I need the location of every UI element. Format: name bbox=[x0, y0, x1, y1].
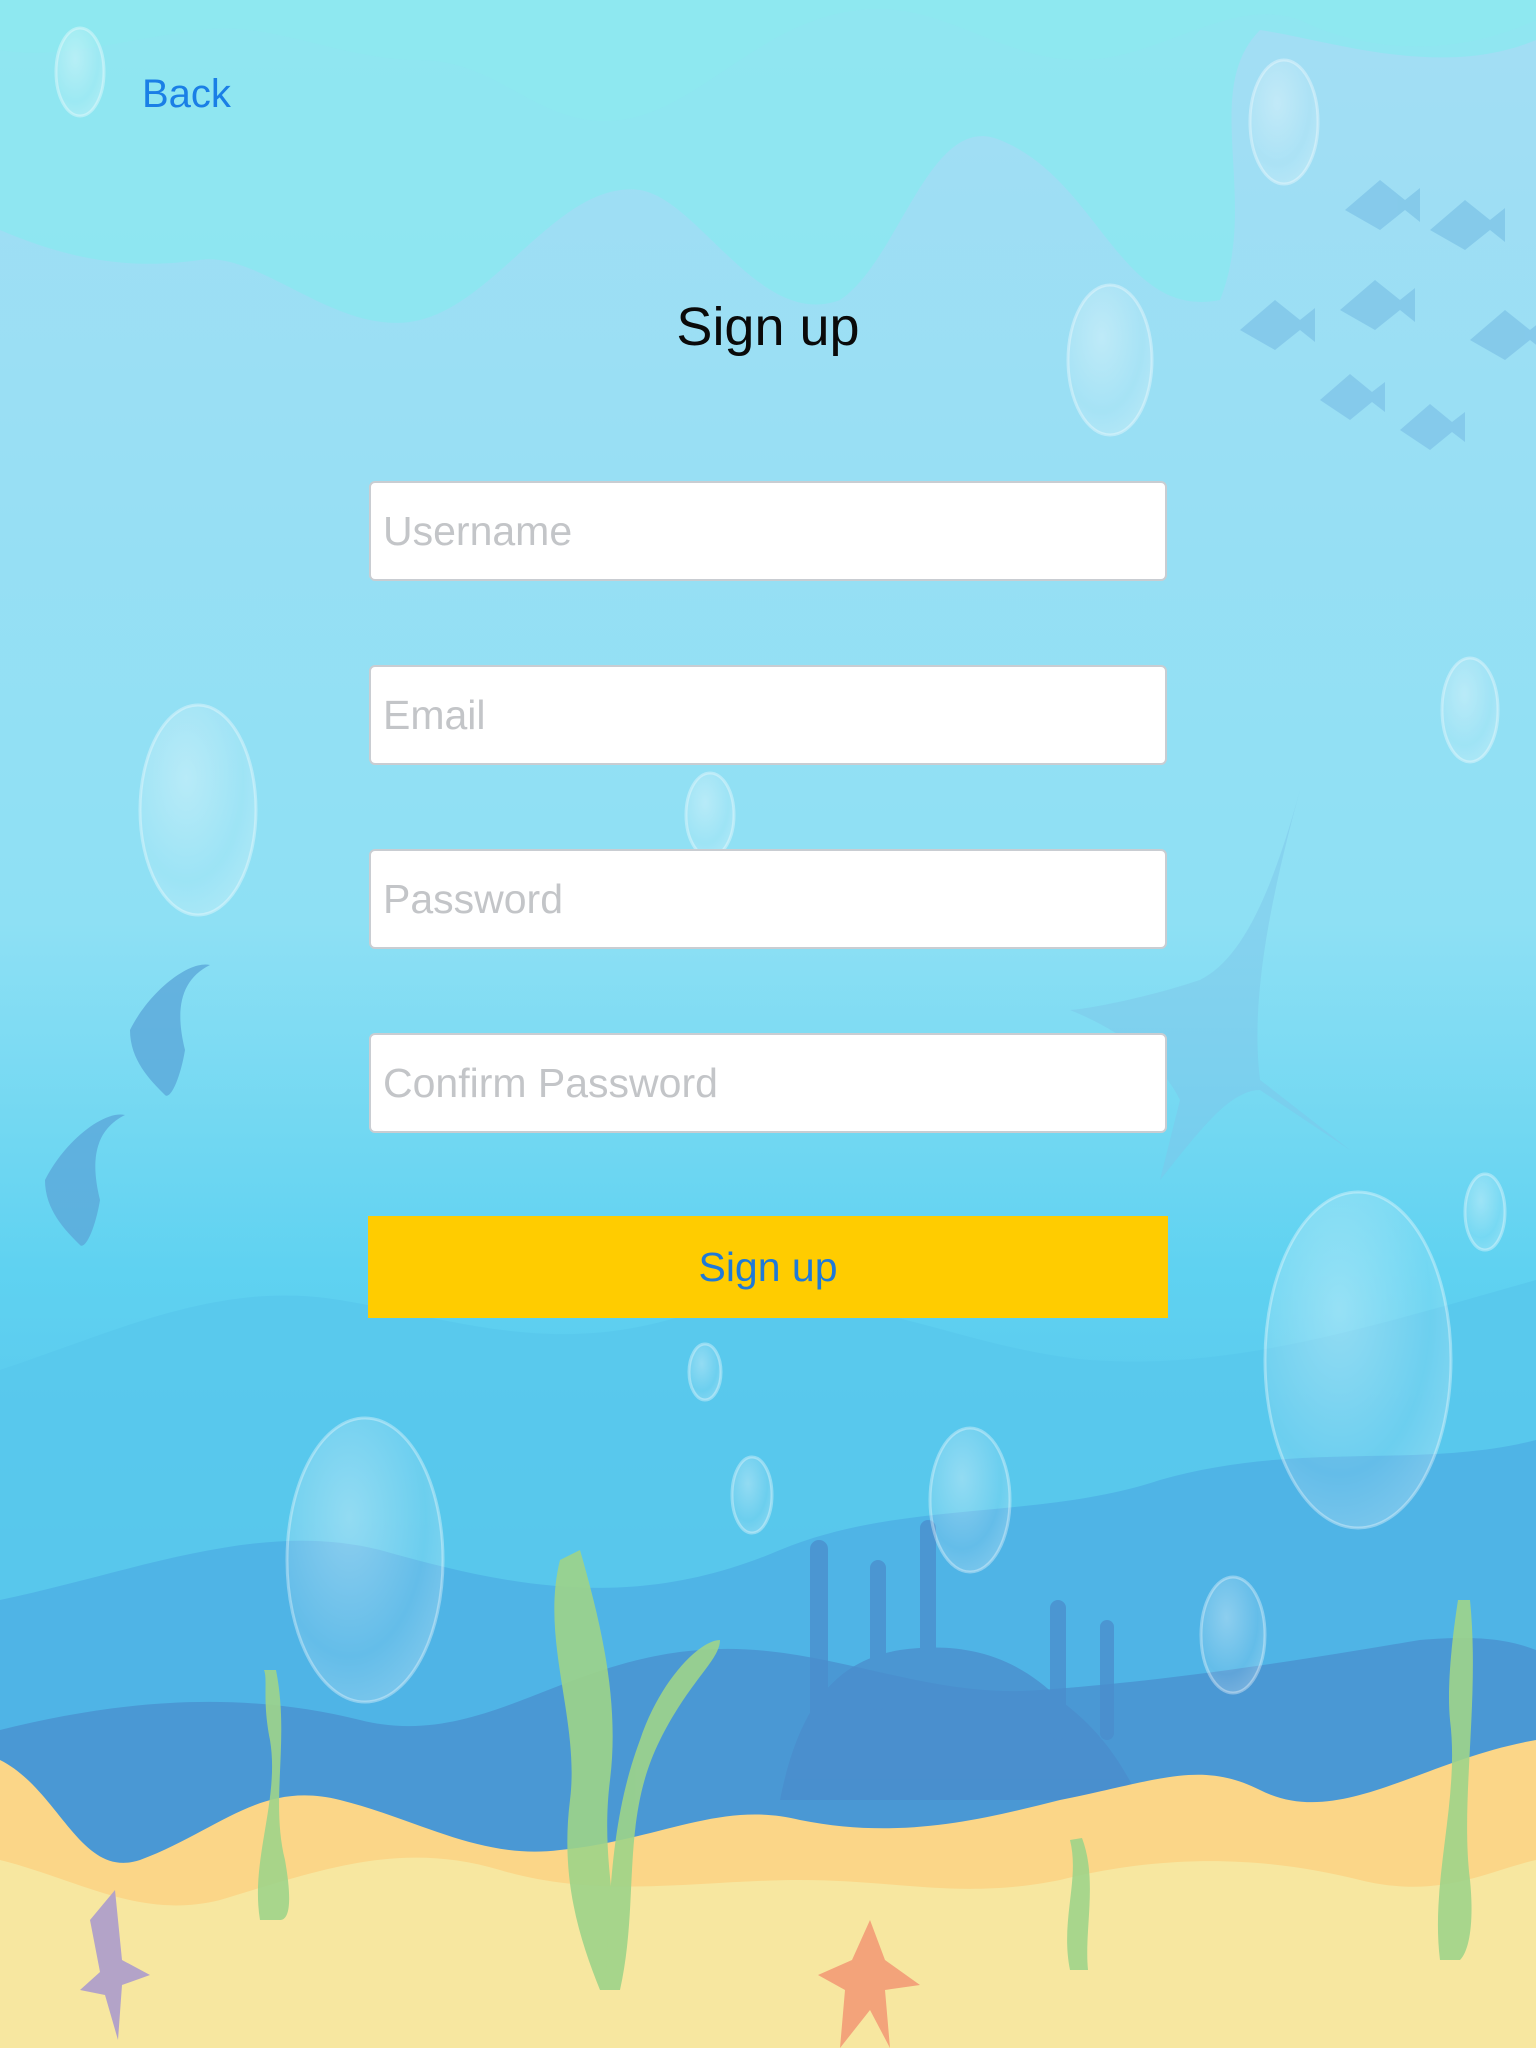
password-field[interactable] bbox=[369, 849, 1167, 949]
page-title: Sign up bbox=[676, 297, 860, 357]
sign-up-button[interactable]: Sign up bbox=[368, 1216, 1168, 1318]
username-field[interactable] bbox=[369, 481, 1167, 581]
confirm-password-field[interactable] bbox=[369, 1033, 1167, 1133]
email-field[interactable] bbox=[369, 665, 1167, 765]
back-button[interactable]: Back bbox=[142, 72, 231, 117]
